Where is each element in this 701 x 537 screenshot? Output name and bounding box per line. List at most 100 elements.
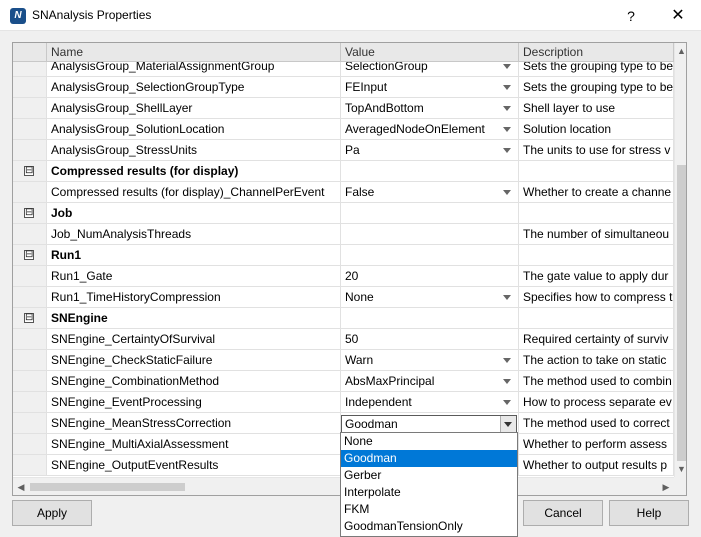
category-row[interactable]: ⊟ Job [13, 203, 674, 224]
property-name: Job_NumAnalysisThreads [47, 224, 341, 245]
property-description: The action to take on static [519, 350, 674, 371]
help-icon[interactable]: ? [616, 5, 646, 27]
property-row[interactable]: AnalysisGroup_MaterialAssignmentGroup Sel… [13, 62, 674, 77]
property-name: Run1_Gate [47, 266, 341, 287]
dropdown-option[interactable]: Gerber [341, 467, 517, 484]
row-gutter [13, 77, 47, 98]
property-value[interactable]: 50 [341, 329, 519, 350]
chevron-down-icon[interactable] [503, 358, 511, 363]
property-description: The units to use for stress v [519, 140, 674, 161]
close-icon[interactable]: ✕ [660, 5, 696, 27]
property-name: AnalysisGroup_MaterialAssignmentGroup [47, 62, 341, 77]
apply-button[interactable]: Apply [12, 500, 92, 526]
select-dropdown-button[interactable] [500, 416, 516, 432]
property-name: Run1_TimeHistoryCompression [47, 287, 341, 308]
property-value[interactable]: FEInput [341, 77, 519, 98]
scroll-right-icon[interactable]: ▶ [658, 478, 674, 495]
select-value: Goodman [345, 417, 398, 431]
property-description: The gate value to apply dur [519, 266, 674, 287]
app-icon: N [10, 8, 26, 24]
dropdown-option[interactable]: Interpolate [341, 484, 517, 501]
dropdown-option[interactable]: GoodmanTensionOnly [341, 518, 517, 535]
property-name: SNEngine_CheckStaticFailure [47, 350, 341, 371]
property-value[interactable] [341, 224, 519, 245]
property-row[interactable]: AnalysisGroup_SolutionLocation AveragedNo… [13, 119, 674, 140]
chevron-down-icon[interactable] [503, 85, 511, 90]
property-description: Whether to perform assess [519, 434, 674, 455]
property-value[interactable]: AbsMaxPrincipal [341, 371, 519, 392]
property-row[interactable]: AnalysisGroup_SelectionGroupType FEInput S… [13, 77, 674, 98]
scroll-left-icon[interactable]: ◀ [13, 478, 29, 495]
property-value[interactable]: False [341, 182, 519, 203]
property-description [519, 308, 674, 329]
chevron-down-icon[interactable] [503, 106, 511, 111]
column-header-description[interactable]: Description [519, 43, 674, 62]
category-row[interactable]: ⊟ SNEngine [13, 308, 674, 329]
scroll-down-icon[interactable]: ▼ [675, 461, 686, 477]
property-description: Sets the grouping type to be [519, 77, 674, 98]
property-row[interactable]: AnalysisGroup_ShellLayer TopAndBottom Shel… [13, 98, 674, 119]
property-value[interactable]: 20 [341, 266, 519, 287]
collapse-icon[interactable]: ⊟ [24, 250, 34, 260]
property-description: How to process separate ev [519, 392, 674, 413]
property-grid: Name Value Description AnalysisGroup_Mat… [12, 42, 687, 496]
property-row[interactable]: SNEngine_CheckStaticFailure Warn The actio… [13, 350, 674, 371]
property-description: Sets the grouping type to be [519, 62, 674, 77]
chevron-down-icon[interactable] [503, 127, 511, 132]
dropdown-option[interactable]: FKM [341, 501, 517, 518]
dropdown-option[interactable]: Goodman [341, 450, 517, 467]
row-gutter [13, 119, 47, 140]
property-description: Required certainty of surviv [519, 329, 674, 350]
category-name: Run1 [47, 245, 341, 266]
category-row[interactable]: ⊟ Compressed results (for display) [13, 161, 674, 182]
property-row[interactable]: Job_NumAnalysisThreads The number of simu… [13, 224, 674, 245]
property-description: The number of simultaneou [519, 224, 674, 245]
chevron-down-icon[interactable] [503, 295, 511, 300]
collapse-icon[interactable]: ⊟ [24, 208, 34, 218]
property-description: The method used to correct [519, 413, 674, 434]
dropdown-option[interactable]: None [341, 433, 517, 450]
property-value[interactable]: AveragedNodeOnElement [341, 119, 519, 140]
column-header-value[interactable]: Value [341, 43, 519, 62]
scroll-up-icon[interactable]: ▲ [675, 43, 686, 59]
row-gutter [13, 62, 47, 77]
dropdown-options-list: None Goodman Gerber Interpolate FKM GoodmanTe… [340, 432, 518, 537]
property-row[interactable]: Compressed results (for display)_Channel… [13, 182, 674, 203]
property-row[interactable]: SNEngine_CertaintyOfSurvival 50 Required c… [13, 329, 674, 350]
property-row[interactable]: Run1_TimeHistoryCompression None Specifies… [13, 287, 674, 308]
grid-header: Name Value Description [13, 43, 674, 62]
column-header-name[interactable]: Name [47, 43, 341, 62]
row-gutter [13, 140, 47, 161]
property-value[interactable]: None [341, 287, 519, 308]
property-row[interactable]: AnalysisGroup_StressUnits Pa The units to … [13, 140, 674, 161]
chevron-down-icon[interactable] [503, 190, 511, 195]
collapse-icon[interactable]: ⊟ [24, 313, 34, 323]
property-name: SNEngine_MeanStressCorrection [47, 413, 341, 434]
property-value[interactable]: SelectionGroup [341, 62, 519, 77]
chevron-down-icon[interactable] [503, 64, 511, 69]
property-row[interactable]: SNEngine_EventProcessing Independent How t… [13, 392, 674, 413]
property-value[interactable]: Independent [341, 392, 519, 413]
cancel-button[interactable]: Cancel [523, 500, 603, 526]
property-value[interactable]: TopAndBottom [341, 98, 519, 119]
category-row[interactable]: ⊟ Run1 [13, 245, 674, 266]
row-gutter [13, 329, 47, 350]
property-value[interactable]: Warn [341, 350, 519, 371]
vertical-scrollbar[interactable]: ▲ ▼ [674, 43, 686, 477]
chevron-down-icon[interactable] [503, 400, 511, 405]
horizontal-scroll-thumb[interactable] [30, 483, 185, 491]
collapse-icon[interactable]: ⊟ [24, 166, 34, 176]
property-value[interactable]: Pa [341, 140, 519, 161]
vertical-scroll-thumb[interactable] [677, 165, 686, 461]
property-row[interactable]: Run1_Gate 20 The gate value to apply dur [13, 266, 674, 287]
row-gutter [13, 266, 47, 287]
row-gutter [13, 224, 47, 245]
help-button[interactable]: Help [609, 500, 689, 526]
chevron-down-icon[interactable] [503, 379, 511, 384]
property-row[interactable]: SNEngine_CombinationMethod AbsMaxPrincipa… [13, 371, 674, 392]
chevron-down-icon[interactable] [503, 148, 511, 153]
property-name: SNEngine_EventProcessing [47, 392, 341, 413]
mean-stress-correction-select[interactable]: Goodman [341, 415, 517, 433]
property-value [341, 161, 519, 182]
property-description: Shell layer to use [519, 98, 674, 119]
